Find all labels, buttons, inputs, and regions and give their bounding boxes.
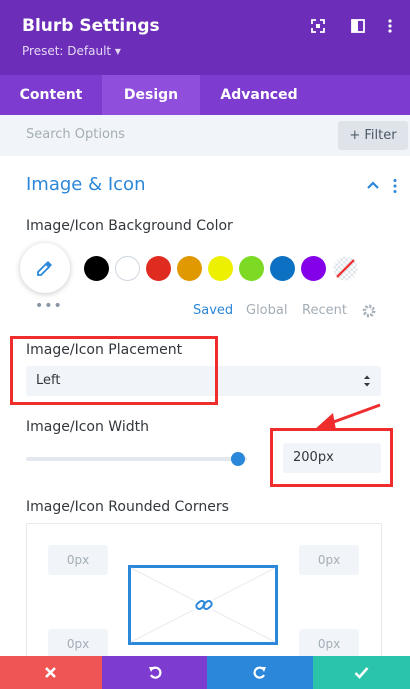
close-icon bbox=[45, 667, 56, 678]
section-more-icon[interactable] bbox=[392, 178, 398, 194]
color-swatch-red[interactable] bbox=[146, 256, 171, 281]
eyedropper-icon bbox=[37, 261, 52, 276]
action-bar bbox=[0, 656, 410, 689]
tab-bar: Content Design Advanced bbox=[0, 75, 410, 115]
cancel-button[interactable] bbox=[0, 656, 102, 689]
color-swatch-orange[interactable] bbox=[177, 256, 202, 281]
tab-content[interactable]: Content bbox=[0, 75, 102, 115]
redo-button[interactable] bbox=[207, 656, 313, 689]
rounded-corners-label: Image/Icon Rounded Corners bbox=[26, 499, 229, 515]
gear-icon[interactable] bbox=[362, 304, 376, 318]
color-swatch-black[interactable] bbox=[84, 256, 109, 281]
width-slider-track[interactable] bbox=[26, 457, 247, 461]
tab-saved-colors[interactable]: Saved bbox=[193, 303, 233, 318]
picker-more-icon[interactable]: ••• bbox=[35, 298, 63, 314]
color-swatch-green[interactable] bbox=[239, 256, 264, 281]
width-label: Image/Icon Width bbox=[26, 419, 149, 435]
select-arrows-icon bbox=[364, 375, 370, 387]
link-corners-icon[interactable] bbox=[194, 596, 214, 614]
undo-icon bbox=[149, 666, 162, 679]
save-button[interactable] bbox=[313, 656, 410, 689]
expand-icon[interactable] bbox=[310, 18, 326, 34]
annotation-arrow-icon bbox=[314, 403, 381, 430]
color-swatch-purple[interactable] bbox=[301, 256, 326, 281]
more-options-icon[interactable] bbox=[382, 18, 398, 34]
tab-global-colors[interactable]: Global bbox=[246, 303, 287, 318]
tab-recent-colors[interactable]: Recent bbox=[302, 303, 347, 318]
width-slider-handle[interactable] bbox=[231, 452, 246, 466]
annotation-highlight-box bbox=[270, 428, 393, 487]
search-bar: Search Options + Filter bbox=[0, 115, 410, 156]
filter-button[interactable]: + Filter bbox=[338, 121, 408, 150]
redo-icon bbox=[253, 666, 266, 679]
corner-bottom-right-input[interactable]: 0px bbox=[299, 629, 359, 659]
color-swatch-white[interactable] bbox=[115, 256, 140, 281]
modal-title: Blurb Settings bbox=[22, 16, 160, 36]
split-view-icon[interactable] bbox=[350, 18, 366, 34]
settings-header: Blurb Settings Preset: Default ▾ bbox=[0, 0, 410, 75]
search-input[interactable]: Search Options bbox=[26, 127, 125, 142]
corner-bottom-left-input[interactable]: 0px bbox=[48, 629, 108, 659]
chevron-up-icon[interactable] bbox=[366, 179, 380, 191]
corner-top-left-input[interactable]: 0px bbox=[48, 545, 108, 575]
section-title[interactable]: Image & Icon bbox=[26, 174, 145, 195]
color-swatch-yellow[interactable] bbox=[208, 256, 233, 281]
corner-top-right-input[interactable]: 0px bbox=[299, 545, 359, 575]
annotation-highlight-box bbox=[10, 336, 218, 405]
undo-button[interactable] bbox=[102, 656, 207, 689]
checkmark-icon bbox=[354, 667, 369, 679]
bg-color-label: Image/Icon Background Color bbox=[26, 218, 233, 234]
no-color-swatch-icon[interactable] bbox=[333, 256, 358, 281]
color-swatch-blue[interactable] bbox=[270, 256, 295, 281]
tab-advanced[interactable]: Advanced bbox=[200, 75, 318, 115]
preset-dropdown[interactable]: Preset: Default ▾ bbox=[22, 44, 121, 58]
tab-design[interactable]: Design bbox=[102, 75, 200, 115]
color-picker-button[interactable] bbox=[20, 243, 70, 293]
